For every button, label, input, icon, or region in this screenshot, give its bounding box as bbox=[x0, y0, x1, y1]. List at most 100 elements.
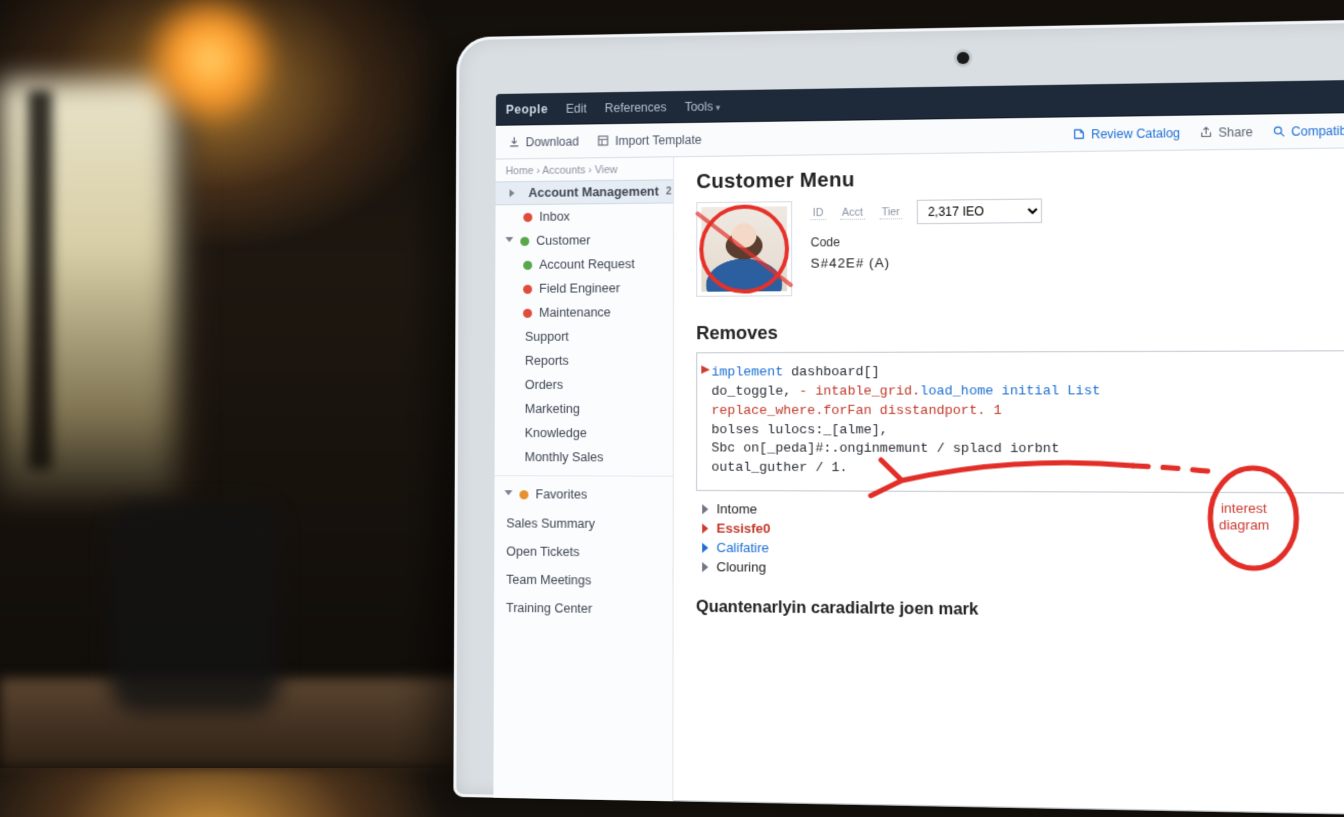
sidebar-item-inbox[interactable]: Inbox bbox=[495, 203, 673, 229]
footer-heading: Quantenarlyin caradialrte joen mark bbox=[696, 599, 1344, 625]
sidebar-item-label: Field Engineer bbox=[539, 281, 620, 296]
toolbar-download-label: Download bbox=[526, 134, 579, 149]
code-token: - intable_grid. bbox=[799, 383, 920, 398]
list-item-label: Essisfe0 bbox=[716, 521, 770, 537]
mini-label: Tier bbox=[879, 206, 901, 219]
sidebar-item-orders[interactable]: Orders bbox=[495, 373, 673, 397]
customer-profile: ID Acct Tier 2,317 IEO Code S#42E# (A) bbox=[696, 194, 1344, 297]
list-item-label: Califatire bbox=[716, 540, 769, 556]
window-frame bbox=[28, 90, 52, 470]
template-icon bbox=[597, 134, 610, 147]
code-token: do_toggle, bbox=[711, 383, 799, 398]
sidebar-item-training-center[interactable]: Training Center bbox=[494, 591, 673, 621]
divider bbox=[495, 475, 673, 477]
code-token: dashboard[] bbox=[783, 364, 879, 379]
chevron-right-icon bbox=[510, 189, 515, 197]
caret-icon bbox=[702, 523, 708, 533]
toolbar-share[interactable]: Share bbox=[1193, 120, 1259, 144]
sidebar-item-monthly-sales[interactable]: Monthly Sales bbox=[495, 445, 673, 470]
toolbar-compatibility[interactable]: Compatibility bbox=[1265, 119, 1344, 143]
account-select[interactable]: 2,317 IEO bbox=[916, 198, 1041, 224]
sidebar-item-account-management[interactable]: Account Management 2 bbox=[496, 179, 673, 205]
toolbar-share-label: Share bbox=[1218, 124, 1252, 139]
sidebar-item-sales-summary[interactable]: Sales Summary bbox=[494, 506, 672, 535]
meta-mini-labels: ID Acct Tier 2,317 IEO bbox=[811, 198, 1042, 225]
chevron-down-icon bbox=[505, 237, 513, 246]
code-value: S#42E# (A) bbox=[811, 255, 891, 271]
laptop-screen: People Edit References Tools Download Im… bbox=[493, 78, 1344, 816]
caret-icon bbox=[702, 504, 708, 514]
sidebar-item-account-request[interactable]: Account Request bbox=[495, 252, 673, 277]
dot-icon bbox=[523, 308, 532, 317]
sidebar-item-label: Inbox bbox=[539, 210, 570, 224]
dot-icon bbox=[520, 236, 529, 245]
caret-icon bbox=[702, 562, 708, 572]
code-label: Code bbox=[811, 235, 841, 249]
app-brand: People bbox=[506, 102, 548, 117]
main-panel: Customer Menu ID Acct Tier 2,317 bbox=[673, 147, 1344, 816]
download-icon bbox=[508, 135, 521, 148]
sidebar-item-badge: 2 bbox=[666, 186, 674, 197]
code-token: replace_where.forFan disstandport. 1 bbox=[711, 402, 1001, 417]
customer-meta: ID Acct Tier 2,317 IEO Code S#42E# (A) bbox=[811, 198, 1042, 276]
menu-tools[interactable]: Tools bbox=[685, 99, 721, 114]
dot-icon bbox=[523, 212, 532, 221]
customer-avatar[interactable] bbox=[696, 201, 792, 297]
list-item-label: Intome bbox=[716, 501, 757, 516]
sub-list: Intome Essisfe0 Califatire Clouring bbox=[696, 499, 1344, 582]
code-token: load_home initial List bbox=[920, 383, 1100, 399]
list-item[interactable]: Clouring bbox=[696, 557, 1344, 582]
sidebar-item-maintenance[interactable]: Maintenance bbox=[495, 300, 673, 325]
search-icon bbox=[1272, 124, 1286, 138]
dot-icon bbox=[523, 260, 532, 269]
menu-edit[interactable]: Edit bbox=[566, 101, 587, 115]
share-icon bbox=[1199, 126, 1213, 140]
sidebar-item-field-engineer[interactable]: Field Engineer bbox=[495, 276, 673, 301]
code-token: implement bbox=[711, 364, 783, 379]
page-title: Customer Menu bbox=[696, 162, 1344, 194]
list-item-label: Clouring bbox=[716, 559, 766, 575]
laptop: People Edit References Tools Download Im… bbox=[453, 17, 1344, 817]
sidebar-item-label: Customer bbox=[536, 233, 590, 247]
mini-label: Acct bbox=[840, 206, 865, 219]
lamp-glow bbox=[140, 0, 280, 130]
toolbar-import-label: Import Template bbox=[615, 132, 702, 147]
sidebar-item-label: Support bbox=[525, 330, 569, 344]
sidebar-item-label: Reports bbox=[525, 354, 569, 368]
sidebar-item-label: Account Request bbox=[539, 257, 635, 272]
code-token: Sbc on[_peda]#:.onginmemunt / splacd ior… bbox=[711, 441, 1059, 457]
catalog-icon bbox=[1072, 127, 1086, 140]
sidebar-item-label: Marketing bbox=[525, 402, 580, 416]
toolbar-download[interactable]: Download bbox=[502, 130, 585, 153]
dot-icon bbox=[523, 284, 532, 293]
foreground-object bbox=[110, 503, 280, 713]
sidebar-item-knowledge[interactable]: Knowledge bbox=[495, 421, 673, 445]
sidebar-item-team-meetings[interactable]: Team Meetings bbox=[494, 563, 672, 593]
toolbar-compat-label: Compatibility bbox=[1291, 123, 1344, 139]
toolbar-review-catalog[interactable]: Review Catalog bbox=[1066, 121, 1187, 145]
sidebar-item-reports[interactable]: Reports bbox=[495, 348, 673, 373]
sidebar-item-customer[interactable]: Customer bbox=[495, 228, 673, 254]
sidebar-item-support[interactable]: Support bbox=[495, 324, 673, 349]
section-removes-title: Removes bbox=[696, 320, 1344, 345]
menu-references[interactable]: References bbox=[605, 100, 667, 115]
sidebar-item-open-tickets[interactable]: Open Tickets bbox=[494, 534, 672, 563]
caret-icon: ▶ bbox=[701, 363, 710, 379]
sidebar-item-marketing[interactable]: Marketing bbox=[495, 397, 673, 421]
sidebar: Home › Accounts › View Account Managemen… bbox=[493, 157, 674, 801]
breadcrumb: Home › Accounts › View bbox=[496, 157, 673, 181]
footer-section: Quantenarlyin caradialrte joen mark bbox=[696, 599, 1344, 625]
sidebar-item-label: Maintenance bbox=[539, 305, 611, 319]
code-token: bolses lulocs:_[alme], bbox=[711, 422, 887, 437]
code-token: outal_guther / 1. bbox=[711, 460, 847, 476]
code-block[interactable]: ▶ implement dashboard[] do_toggle, - int… bbox=[696, 350, 1344, 494]
sidebar-section-favorites[interactable]: Favorites bbox=[494, 482, 672, 507]
sidebar-item-label: Orders bbox=[525, 378, 563, 392]
dot-icon bbox=[519, 490, 528, 499]
mini-label: ID bbox=[811, 206, 826, 219]
chevron-down-icon bbox=[504, 490, 512, 499]
toolbar-import[interactable]: Import Template bbox=[591, 128, 708, 152]
toolbar-review-label: Review Catalog bbox=[1091, 125, 1180, 141]
sidebar-item-label: Monthly Sales bbox=[525, 450, 604, 464]
sidebar-item-label: Knowledge bbox=[525, 426, 587, 440]
